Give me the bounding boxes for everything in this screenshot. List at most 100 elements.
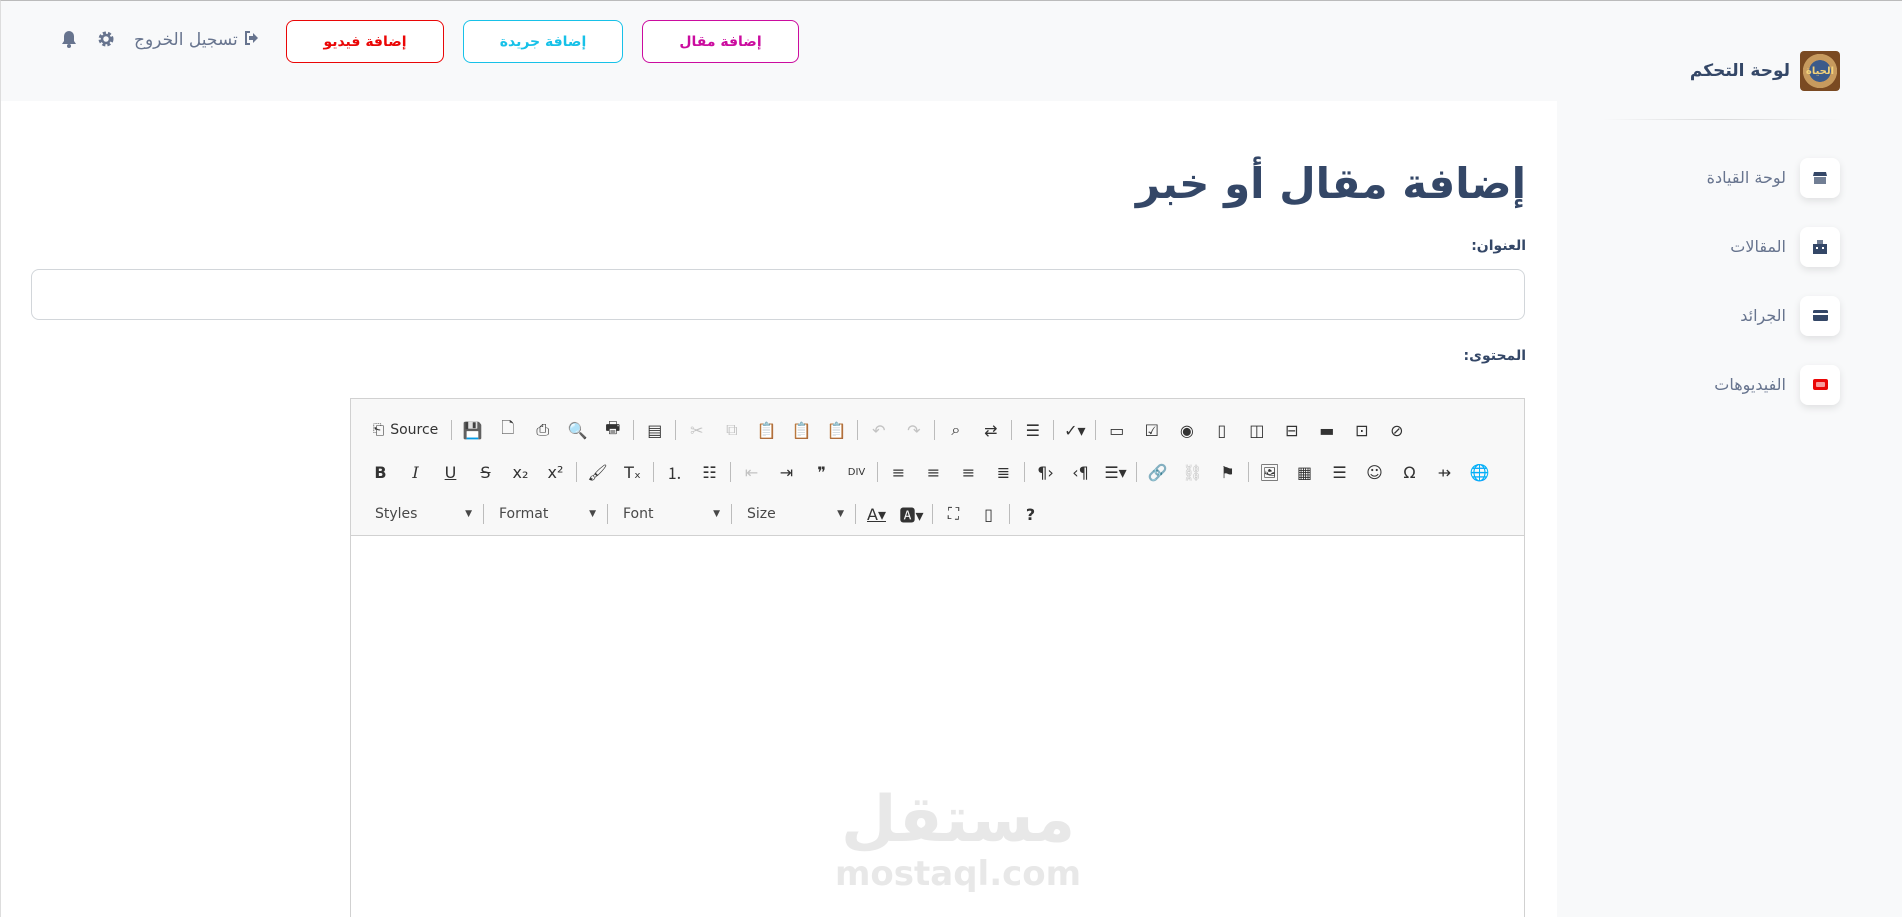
title-input[interactable] <box>31 269 1525 320</box>
form-icon[interactable]: ▭ <box>1099 416 1134 444</box>
text-field-icon[interactable]: ▯ <box>1204 416 1239 444</box>
image-icon[interactable]: 🖼 <box>1252 458 1287 486</box>
anchor-icon[interactable]: ⚑ <box>1210 458 1245 486</box>
numbered-list-icon[interactable]: ⒈ <box>657 458 692 486</box>
toolbar-separator <box>731 504 732 524</box>
sidebar-item-label: الفيديوهات <box>1714 375 1786 394</box>
spellcheck-icon[interactable]: ✓▾ <box>1057 416 1092 444</box>
radio-icon[interactable]: ◉ <box>1169 416 1204 444</box>
subscript-icon[interactable]: x₂ <box>503 458 538 486</box>
page-break-icon[interactable]: ⇸ <box>1427 458 1462 486</box>
preview-icon[interactable]: 🔍 <box>560 416 595 444</box>
select-field-icon[interactable]: ⊟ <box>1274 416 1309 444</box>
toolbar-separator <box>576 462 577 482</box>
justify-icon[interactable]: ≣ <box>986 458 1021 486</box>
sidebar-item-dashboard[interactable]: لوحة القيادة <box>1580 157 1840 198</box>
textarea-icon[interactable]: ◫ <box>1239 416 1274 444</box>
sidebar-item-label: المقالات <box>1730 237 1786 256</box>
sidebar: الحياة لوحة التحكم لوحة القيادة المقالات… <box>1556 1 1902 917</box>
blockquote-icon[interactable]: ❞ <box>804 458 839 486</box>
font-label: Font <box>623 506 654 522</box>
size-dropdown[interactable]: Size ▼ <box>735 500 852 528</box>
toolbar-row: B I U S x₂ x² 🖌 Tₓ ⒈ ☷ ⇤ ⇥ ❞ DIV ≡ ≡ ≡ ≣… <box>363 451 1512 493</box>
format-dropdown[interactable]: Format ▼ <box>487 500 604 528</box>
strike-icon[interactable]: S <box>468 458 503 486</box>
maximize-icon[interactable]: ⛶ <box>936 500 971 528</box>
image-button-icon[interactable]: ⊡ <box>1344 416 1379 444</box>
select-all-icon[interactable]: ☰ <box>1015 416 1050 444</box>
button-field-icon[interactable]: ▬ <box>1309 416 1344 444</box>
copy-format-icon[interactable]: 🖌 <box>580 458 615 486</box>
smiley-icon[interactable]: ☺ <box>1357 458 1392 486</box>
redo-icon[interactable]: ↷ <box>896 416 931 444</box>
toolbar-separator <box>607 504 608 524</box>
language-icon[interactable]: ☰▾ <box>1098 458 1133 486</box>
table-icon[interactable]: ▦ <box>1287 458 1322 486</box>
align-left-icon[interactable]: ≡ <box>881 458 916 486</box>
export-pdf-icon[interactable]: ⎙ <box>525 416 560 444</box>
toolbar-separator <box>730 462 731 482</box>
watermark: مستقل mostaql.com <box>835 786 1081 894</box>
size-label: Size <box>747 506 776 522</box>
special-char-icon[interactable]: Ω <box>1392 458 1427 486</box>
sidebar-item-videos[interactable]: الفيديوهات <box>1580 364 1840 405</box>
add-video-button[interactable]: إضافة فيديو <box>286 20 444 63</box>
toolbar-separator <box>451 420 453 440</box>
text-color-icon[interactable]: A▾ <box>859 500 894 528</box>
bell-icon[interactable] <box>59 29 79 49</box>
gear-icon[interactable] <box>96 29 116 49</box>
sidebar-divider <box>1602 119 1842 120</box>
sidebar-item-papers[interactable]: الجرائد <box>1580 295 1840 336</box>
print-icon[interactable]: 🖶 <box>595 416 630 444</box>
new-page-icon[interactable]: 🗋 <box>490 416 525 444</box>
save-icon[interactable]: 💾 <box>455 416 490 444</box>
underline-icon[interactable]: U <box>433 458 468 486</box>
undo-icon[interactable]: ↶ <box>861 416 896 444</box>
align-right-icon[interactable]: ≡ <box>951 458 986 486</box>
indent-icon[interactable]: ⇥ <box>769 458 804 486</box>
div-icon[interactable]: DIV <box>839 458 874 486</box>
add-paper-button[interactable]: إضافة جريدة <box>463 20 623 63</box>
help-icon[interactable]: ? <box>1013 500 1048 528</box>
sidebar-item-articles[interactable]: المقالات <box>1580 226 1840 267</box>
checkbox-icon[interactable]: ☑ <box>1134 416 1169 444</box>
show-blocks-icon[interactable]: ▯ <box>971 500 1006 528</box>
font-dropdown[interactable]: Font ▼ <box>611 500 728 528</box>
bold-icon[interactable]: B <box>363 458 398 486</box>
rich-text-editor: ⎗ Source 💾 🗋 ⎙ 🔍 🖶 ▤ ✂ ⧉ 📋 📋 📋 ↶ ↷ ⌕ ⇄ ☰… <box>350 398 1525 917</box>
iframe-icon[interactable]: 🌐 <box>1462 458 1497 486</box>
page-title: إضافة مقال أو خبر <box>1135 159 1526 208</box>
styles-dropdown[interactable]: Styles ▼ <box>363 500 480 528</box>
brand[interactable]: الحياة لوحة التحكم <box>1690 51 1840 91</box>
superscript-icon[interactable]: x² <box>538 458 573 486</box>
hidden-field-icon[interactable]: ⊘ <box>1379 416 1414 444</box>
link-icon[interactable]: 🔗 <box>1140 458 1175 486</box>
toolbar-separator <box>932 504 933 524</box>
cut-icon[interactable]: ✂ <box>679 416 714 444</box>
horizontal-rule-icon[interactable]: ☰ <box>1322 458 1357 486</box>
editor-content-area[interactable]: مستقل mostaql.com <box>351 536 1524 917</box>
credit-card-icon <box>1800 295 1840 336</box>
bulleted-list-icon[interactable]: ☷ <box>692 458 727 486</box>
remove-format-icon[interactable]: Tₓ <box>615 458 650 486</box>
paste-icon[interactable]: 📋 <box>749 416 784 444</box>
logout-link[interactable]: تسجيل الخروج <box>134 30 260 50</box>
source-button[interactable]: ⎗ Source <box>363 416 448 444</box>
outdent-icon[interactable]: ⇤ <box>734 458 769 486</box>
background-color-icon[interactable]: 🅰▾ <box>894 500 929 528</box>
add-article-button[interactable]: إضافة مقال <box>642 20 799 63</box>
ltr-icon[interactable]: ¶› <box>1028 458 1063 486</box>
paste-word-icon[interactable]: 📋 <box>819 416 854 444</box>
find-icon[interactable]: ⌕ <box>938 416 973 444</box>
paste-text-icon[interactable]: 📋 <box>784 416 819 444</box>
align-center-icon[interactable]: ≡ <box>916 458 951 486</box>
watermark-arabic: مستقل <box>841 783 1076 857</box>
brand-title: لوحة التحكم <box>1689 61 1790 81</box>
toolbar-separator <box>934 420 936 440</box>
copy-icon[interactable]: ⧉ <box>714 416 749 444</box>
replace-icon[interactable]: ⇄ <box>973 416 1008 444</box>
italic-icon[interactable]: I <box>398 458 433 486</box>
unlink-icon[interactable]: ⛓ <box>1175 458 1210 486</box>
rtl-icon[interactable]: ‹¶ <box>1063 458 1098 486</box>
templates-icon[interactable]: ▤ <box>637 416 672 444</box>
